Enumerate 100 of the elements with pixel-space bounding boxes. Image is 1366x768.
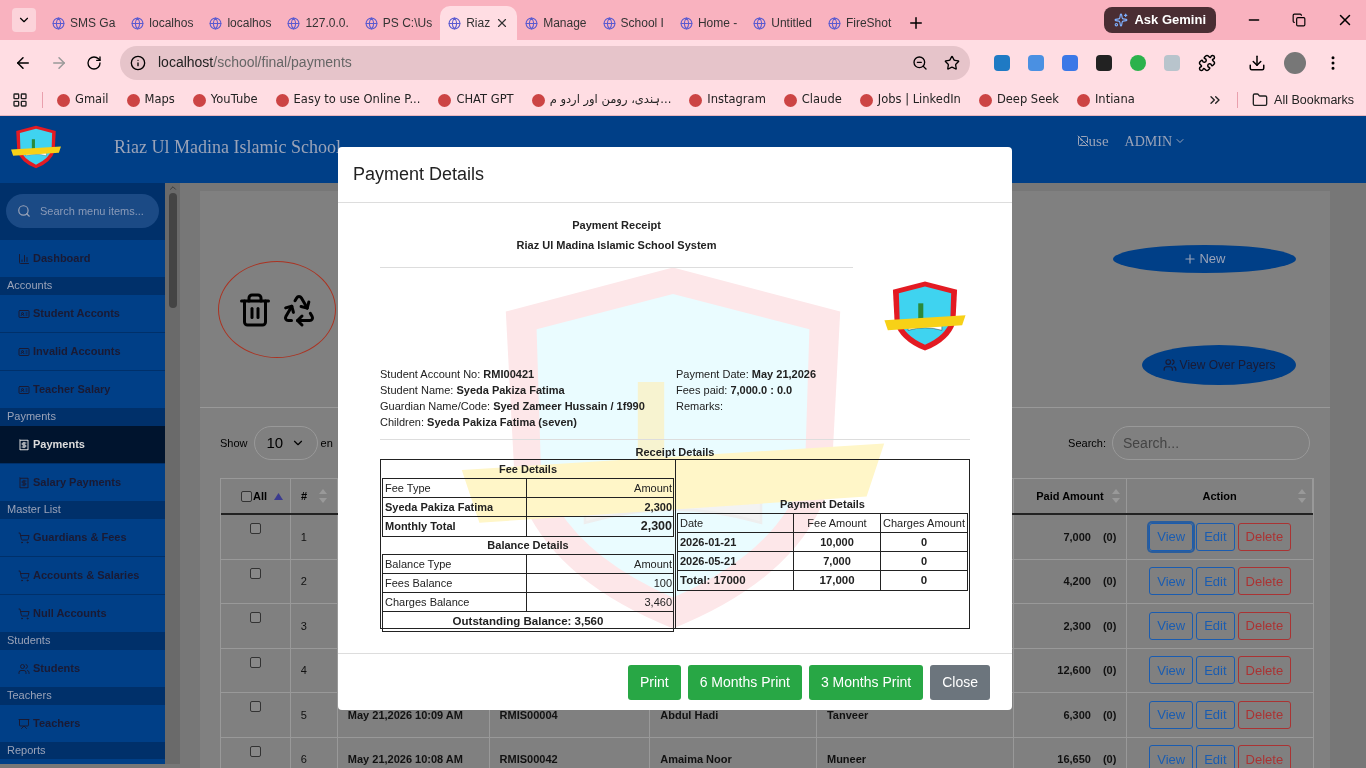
tab-list-button[interactable] xyxy=(12,8,36,32)
bookmark-link[interactable]: CHAT GPT xyxy=(438,91,514,109)
browser-tab[interactable]: localhos xyxy=(201,6,280,40)
menu-item-icon xyxy=(18,476,30,489)
browser-tab[interactable]: Riaz xyxy=(440,6,518,40)
bookmark-link[interactable]: Claude xyxy=(783,91,842,109)
extension-icon[interactable] xyxy=(1096,54,1112,71)
bookmark-favicon-icon xyxy=(689,93,703,107)
table-cell-text: 16,650 xyxy=(1057,752,1091,767)
column-header[interactable]: # xyxy=(301,487,308,505)
table-cell-text: 6 xyxy=(300,752,307,767)
table-search-field[interactable]: Search... xyxy=(1112,426,1310,460)
tab-favicon-icon xyxy=(209,16,223,30)
browser-tab[interactable]: SMS Ga xyxy=(44,6,124,40)
row-checkbox[interactable] xyxy=(249,656,261,668)
bookmark-link[interactable]: YouTube xyxy=(192,91,258,109)
row-checkbox[interactable] xyxy=(249,701,261,712)
browser-tab[interactable]: Untitled xyxy=(745,6,820,40)
profile-avatar-icon[interactable] xyxy=(1284,51,1306,74)
tab-title: School I xyxy=(620,15,664,32)
bookmark-favicon-icon xyxy=(438,93,452,107)
restore-icon[interactable] xyxy=(1292,13,1306,27)
modal-button[interactable]: 3 Months Print xyxy=(808,664,924,700)
table-cell-text: May 21,2026 10:09 AM xyxy=(347,707,463,723)
bookmark-favicon-icon xyxy=(978,93,992,107)
browser-tab[interactable]: Manage xyxy=(517,6,595,40)
sort-ascending-icon[interactable] xyxy=(274,492,284,500)
admin-dropdown[interactable]: ADMIN xyxy=(1124,130,1186,152)
table-cell-text: (0) xyxy=(1102,663,1117,678)
address-field[interactable]: localhost/school/final/payments xyxy=(120,45,970,80)
all-bookmarks-link[interactable]: All Bookmarks xyxy=(1252,90,1354,110)
table-caption: Payment Details xyxy=(780,498,865,511)
receipt-details-caption: Receipt Details xyxy=(635,446,715,459)
column-header[interactable]: Action xyxy=(1202,487,1237,505)
apps-icon[interactable] xyxy=(12,92,28,108)
column-header[interactable]: All xyxy=(253,487,268,505)
table-cell: 2026-05-21 xyxy=(680,554,737,568)
browser-tab[interactable]: FireShot xyxy=(819,6,900,40)
bookmark-link[interactable]: ہندی، رومن اور اردو م... xyxy=(531,91,672,109)
table-cell-text: Tanveer xyxy=(826,707,869,723)
bookmark-link[interactable]: Instagram xyxy=(689,91,766,109)
table-cell-text: RMIS00042 xyxy=(499,752,558,767)
table-cell-text: Muneer xyxy=(826,752,867,767)
menu-item-icon xyxy=(18,383,30,396)
bookmark-link[interactable]: Deep Seek xyxy=(978,91,1059,109)
browser-tab[interactable]: 127.0.0. xyxy=(279,6,357,40)
row-checkbox[interactable] xyxy=(249,612,261,623)
table-cell: Balance Type xyxy=(385,557,452,571)
tab-title: 127.0.0. xyxy=(305,15,349,32)
sidebar-section-heading: Payments xyxy=(0,408,165,425)
site-info-icon[interactable] xyxy=(130,54,146,71)
bookmark-link[interactable]: Intiana xyxy=(1076,91,1135,109)
sidebar-item[interactable]: Payments xyxy=(0,425,165,463)
browser-tab[interactable]: PS C:\Us xyxy=(356,6,441,40)
table-cell: 2,300 xyxy=(644,500,672,514)
tab-title: PS C:\Us xyxy=(382,15,433,32)
table-cell-text: (0) xyxy=(1102,618,1117,634)
row-checkbox[interactable] xyxy=(249,567,261,579)
menu-search-field[interactable]: Search menu items... xyxy=(6,194,159,228)
menu-item-icon xyxy=(18,438,30,451)
tab-favicon-icon xyxy=(753,16,767,30)
browser-tab[interactable]: School I xyxy=(594,6,672,40)
table-cell-text: (0) xyxy=(1102,574,1117,589)
info-field: Student Account No: RMI00421 xyxy=(380,368,676,381)
table-cell-text: (0) xyxy=(1102,752,1117,767)
ask-gemini-button[interactable]: Ask Gemini xyxy=(1104,7,1216,33)
modal-button[interactable]: 6 Months Print xyxy=(687,664,802,700)
bookmark-favicon-icon xyxy=(126,93,140,107)
table-cell-text: 2,300 xyxy=(1063,618,1091,634)
row-checkbox[interactable] xyxy=(249,523,261,534)
browser-tab[interactable]: Home - xyxy=(671,6,746,40)
bookmark-link[interactable]: Easy to use Online P... xyxy=(275,91,421,109)
reload-icon[interactable] xyxy=(86,54,102,71)
modal-button[interactable]: Print xyxy=(627,664,681,700)
receipt-title: Payment Receipt xyxy=(572,218,661,233)
search-icon xyxy=(17,204,31,218)
tab-title: localhos xyxy=(149,15,194,32)
show-label: Show xyxy=(220,435,248,451)
bookmark-link[interactable]: Maps xyxy=(126,91,175,109)
column-header[interactable]: Paid Amount xyxy=(1036,487,1104,505)
browser-tab[interactable]: localhos xyxy=(123,6,202,40)
table-cell: Date xyxy=(680,516,704,530)
bookmark-star-icon[interactable] xyxy=(944,54,960,71)
table-cell: 3,460 xyxy=(644,595,672,609)
table-cell-text: 5 xyxy=(300,707,307,723)
download-icon[interactable] xyxy=(1248,53,1266,72)
new-button[interactable]: New xyxy=(1113,245,1296,273)
bookmark-link[interactable]: Gmail xyxy=(57,91,109,109)
row-checkbox[interactable] xyxy=(249,745,261,757)
user-image: use xyxy=(1076,130,1109,153)
tab-favicon-icon xyxy=(131,16,145,30)
modal-button[interactable]: Close xyxy=(930,664,990,700)
info-field: Fees paid: 7,000.0 : 0.0 xyxy=(676,384,817,397)
table-cell: Total: 17000 xyxy=(680,574,746,587)
bookmark-link[interactable]: Jobs | LinkedIn xyxy=(859,91,961,109)
extensions-icon[interactable] xyxy=(1198,53,1216,72)
select-all-checkbox[interactable] xyxy=(241,490,252,502)
scrollbar-thumb[interactable] xyxy=(168,193,177,308)
zoom-icon[interactable] xyxy=(912,54,928,71)
tab-title: Manage xyxy=(543,15,587,32)
